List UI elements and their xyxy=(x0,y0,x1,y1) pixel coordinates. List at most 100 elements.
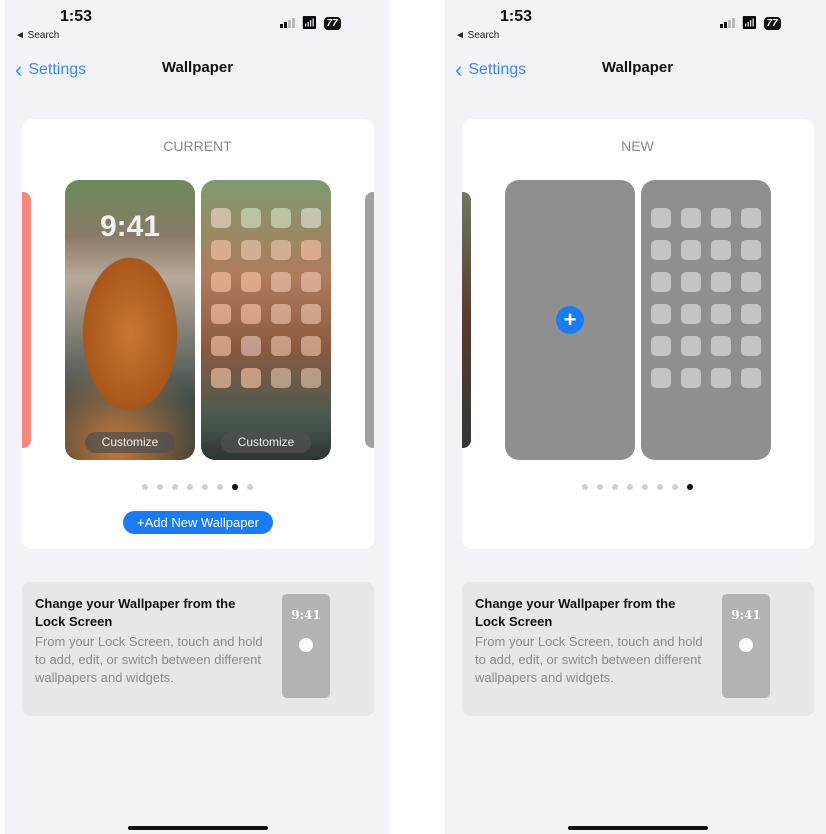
app-icon-placeholder xyxy=(651,304,671,324)
lock-time: 9:41 xyxy=(99,210,161,243)
app-icon-placeholder xyxy=(711,304,731,324)
page-dots[interactable] xyxy=(5,484,390,490)
page-dot[interactable] xyxy=(172,484,178,490)
mini-time: 9:41 xyxy=(291,608,321,622)
status-icons: 📶︎ 77 xyxy=(280,15,341,31)
app-icon-placeholder xyxy=(241,208,261,228)
page-dot[interactable] xyxy=(187,484,193,490)
page-dot[interactable] xyxy=(612,484,618,490)
page-dot[interactable] xyxy=(642,484,648,490)
page-dot[interactable] xyxy=(597,484,603,490)
app-icon-placeholder xyxy=(681,368,701,388)
lock-screen-illustration: 9:41 xyxy=(722,594,770,698)
wifi-icon: 📶︎ xyxy=(741,15,758,30)
wifi-icon: 📶︎ xyxy=(301,15,318,30)
app-icon-placeholder xyxy=(651,208,671,228)
app-icon-placeholder xyxy=(271,272,291,292)
page-dot[interactable] xyxy=(142,484,148,490)
back-to-search[interactable]: ◄ Search xyxy=(15,30,59,41)
signal-icon xyxy=(720,18,735,28)
signal-icon xyxy=(280,18,295,28)
info-body: From your Lock Screen, touch and hold to… xyxy=(475,634,703,685)
app-icon-placeholder xyxy=(271,208,291,228)
app-icon-placeholder xyxy=(681,336,701,356)
page-dot[interactable] xyxy=(232,484,238,490)
previous-wallpaper-peek[interactable] xyxy=(22,192,31,448)
lock-screen-illustration: 9:41 xyxy=(282,594,330,698)
page-dot[interactable] xyxy=(217,484,223,490)
signal-bar xyxy=(284,22,287,28)
mini-time: 9:41 xyxy=(731,608,761,622)
signal-bar xyxy=(728,20,731,28)
page-dot[interactable] xyxy=(202,484,208,490)
signal-bar xyxy=(724,22,727,28)
customize-lock-button[interactable]: Customize xyxy=(85,432,175,453)
app-icon-placeholder xyxy=(271,240,291,260)
app-icon-placeholder xyxy=(651,336,671,356)
app-icon-placeholder xyxy=(241,336,261,356)
card-label: CURRENT xyxy=(163,138,232,154)
page-dot[interactable] xyxy=(582,484,588,490)
app-icon-placeholder xyxy=(301,304,321,324)
app-icon-placeholder xyxy=(211,240,231,260)
page-dot[interactable] xyxy=(687,484,693,490)
page-dot[interactable] xyxy=(157,484,163,490)
battery-icon: 77 xyxy=(323,16,341,30)
app-icon-placeholder xyxy=(741,368,761,388)
app-icon-placeholder xyxy=(651,272,671,292)
new-home-screen-placeholder[interactable] xyxy=(641,180,771,460)
touch-dot-icon xyxy=(299,638,313,652)
card-label: NEW xyxy=(621,138,654,154)
customize-home-button[interactable]: Customize xyxy=(221,432,311,453)
signal-bar xyxy=(292,18,295,28)
signal-bar xyxy=(280,24,283,28)
phone-screen-new: 1:53 ◄ Search 📶︎ 77 ‹ Settings Wallpaper … xyxy=(445,0,826,834)
app-icon-placeholder xyxy=(681,240,701,260)
app-icon-placeholder xyxy=(741,336,761,356)
page-dots[interactable] xyxy=(445,484,826,490)
signal-bar xyxy=(720,24,723,28)
app-icon-placeholder xyxy=(241,304,261,324)
app-icon-placeholder xyxy=(211,368,231,388)
app-icon-placeholder xyxy=(711,368,731,388)
app-icon-placeholder xyxy=(301,208,321,228)
app-icon-placeholder xyxy=(271,304,291,324)
app-icon-placeholder xyxy=(241,368,261,388)
page-dot[interactable] xyxy=(672,484,678,490)
app-icon-placeholder xyxy=(271,368,291,388)
new-lock-screen-placeholder[interactable]: + xyxy=(505,180,635,460)
app-icon-placeholder xyxy=(211,336,231,356)
home-screen-preview[interactable]: Customize xyxy=(201,180,331,460)
signal-bar xyxy=(732,18,735,28)
app-icon-placeholder xyxy=(301,272,321,292)
app-icon-placeholder xyxy=(211,208,231,228)
home-indicator[interactable] xyxy=(128,826,268,830)
app-icon-placeholder xyxy=(711,240,731,260)
add-new-wallpaper-button[interactable]: +Add New Wallpaper xyxy=(123,511,273,534)
app-icon-placeholder xyxy=(211,272,231,292)
info-title: Change your Wallpaper from the Lock Scre… xyxy=(35,596,236,629)
signal-bar xyxy=(288,20,291,28)
app-icon-placeholder xyxy=(651,240,671,260)
back-to-search[interactable]: ◄ Search xyxy=(455,30,499,41)
app-icon-placeholder xyxy=(651,368,671,388)
status-icons: 📶︎ 77 xyxy=(720,15,781,31)
page-dot[interactable] xyxy=(657,484,663,490)
app-icon-placeholder xyxy=(741,208,761,228)
page-dot[interactable] xyxy=(627,484,633,490)
app-icon-placeholder xyxy=(711,208,731,228)
app-icon-placeholder xyxy=(241,272,261,292)
page-title: Wallpaper xyxy=(601,59,674,76)
app-icon-placeholder xyxy=(741,272,761,292)
home-indicator[interactable] xyxy=(568,826,708,830)
app-icon-placeholder xyxy=(681,304,701,324)
plus-icon[interactable]: + xyxy=(556,306,584,334)
page-dot[interactable] xyxy=(247,484,253,490)
previous-wallpaper-peek[interactable] xyxy=(462,192,471,448)
app-icon-placeholder xyxy=(301,240,321,260)
app-icon-grid xyxy=(211,208,321,388)
next-wallpaper-peek[interactable] xyxy=(365,192,374,448)
touch-dot-icon xyxy=(739,638,753,652)
app-icon-placeholder xyxy=(271,336,291,356)
lock-screen-preview[interactable]: 9:41 Customize xyxy=(65,180,195,460)
